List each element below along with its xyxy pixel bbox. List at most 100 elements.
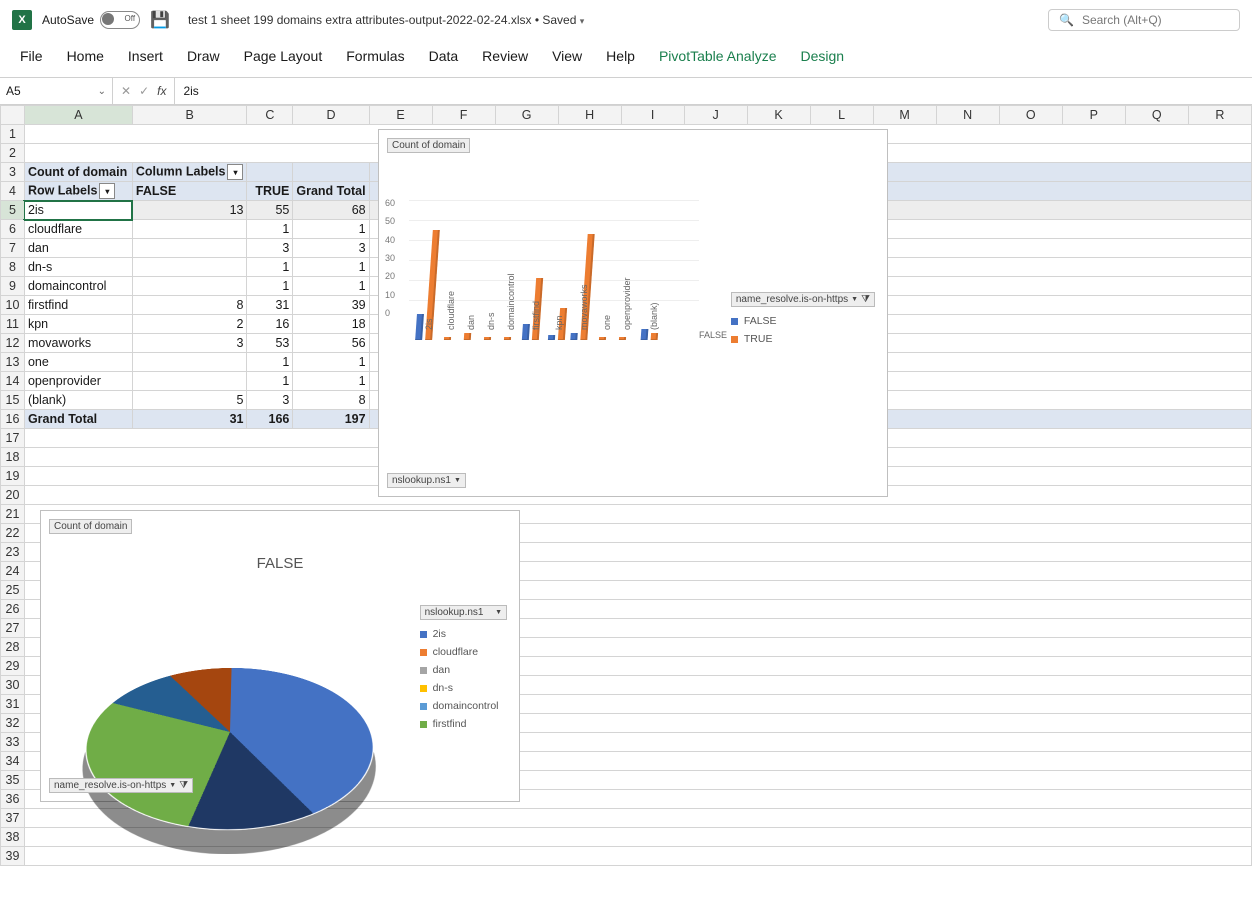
cancel-formula-icon[interactable]: ✕ [121, 84, 131, 98]
col-K[interactable]: K [747, 106, 810, 125]
col-E[interactable]: E [369, 106, 432, 125]
table-row[interactable]: movaworks [24, 334, 132, 353]
row-13[interactable]: 13 [1, 353, 25, 372]
col-L[interactable]: L [810, 106, 873, 125]
cell-D5[interactable]: 68 [293, 201, 369, 220]
table-row[interactable]: firstfind [24, 296, 132, 315]
table-row[interactable]: (blank) [24, 391, 132, 410]
fx-icon[interactable]: fx [157, 84, 166, 98]
autosave-switch[interactable]: Off [100, 11, 140, 29]
legend-field-filter[interactable]: nslookup.ns1 ▼ [420, 605, 507, 620]
col-N[interactable]: N [936, 106, 999, 125]
chevron-down-icon: ▼ [454, 477, 461, 484]
filter-icon[interactable]: ▾ [227, 164, 243, 180]
col-H[interactable]: H [558, 106, 621, 125]
pivot-column-labels[interactable]: Column Labels▾ [132, 163, 247, 182]
name-box[interactable]: A5⌄ [0, 78, 113, 104]
table-row[interactable]: dn-s [24, 258, 132, 277]
worksheet[interactable]: A B C D E F G H I J K L M N O P Q R 1 2 … [0, 105, 1252, 905]
col-A[interactable]: A [24, 106, 132, 125]
search-icon: 🔍 [1059, 13, 1074, 27]
col-B[interactable]: B [132, 106, 247, 125]
col-I[interactable]: I [621, 106, 684, 125]
pivot-title: Count of domain [24, 163, 132, 182]
grand-total-total: 197 [293, 410, 369, 429]
col-M[interactable]: M [873, 106, 936, 125]
legend-item: dan [420, 664, 507, 676]
tab-home[interactable]: Home [67, 48, 104, 64]
tab-pivottable-analyze[interactable]: PivotTable Analyze [659, 48, 777, 64]
tab-design[interactable]: Design [801, 48, 845, 64]
autosave-label: AutoSave [42, 13, 94, 27]
dropdown-icon[interactable]: ▾ [99, 183, 115, 199]
row-6[interactable]: 6 [1, 220, 25, 239]
col-O[interactable]: O [999, 106, 1062, 125]
pivot-chart-bar[interactable]: Count of domain 605040 3020100 2is cloud… [378, 129, 888, 497]
tab-review[interactable]: Review [482, 48, 528, 64]
row-1[interactable]: 1 [1, 125, 25, 144]
pie-plot-area [89, 591, 389, 761]
grand-total-label: Grand Total [24, 410, 132, 429]
col-Q[interactable]: Q [1125, 106, 1188, 125]
column-headers[interactable]: A B C D E F G H I J K L M N O P Q R [1, 106, 1252, 125]
col-true: TRUE [247, 182, 293, 201]
chart-title: Count of domain [387, 138, 470, 153]
tab-file[interactable]: File [20, 48, 43, 64]
col-C[interactable]: C [247, 106, 293, 125]
row-15[interactable]: 15 [1, 391, 25, 410]
row-4[interactable]: 4 [1, 182, 25, 201]
col-G[interactable]: G [495, 106, 558, 125]
series-axis-label: FALSE [699, 330, 727, 340]
tab-page-layout[interactable]: Page Layout [244, 48, 323, 64]
autosave-toggle[interactable]: AutoSave Off [42, 11, 140, 29]
tab-draw[interactable]: Draw [187, 48, 220, 64]
table-row[interactable]: kpn [24, 315, 132, 334]
row-8[interactable]: 8 [1, 258, 25, 277]
select-all-corner[interactable] [1, 106, 25, 125]
table-row[interactable]: one [24, 353, 132, 372]
funnel-icon: ⧩ [179, 780, 188, 791]
legend-item: dn-s [420, 682, 507, 694]
axis-field-filter[interactable]: name_resolve.is-on-https▼⧩ [49, 778, 193, 793]
row-11[interactable]: 11 [1, 315, 25, 334]
save-icon[interactable]: 💾 [150, 10, 170, 30]
row-5[interactable]: 5 [1, 201, 25, 220]
col-P[interactable]: P [1062, 106, 1125, 125]
table-row[interactable]: cloudflare [24, 220, 132, 239]
row-9[interactable]: 9 [1, 277, 25, 296]
col-R[interactable]: R [1188, 106, 1251, 125]
table-row[interactable]: dan [24, 239, 132, 258]
tab-help[interactable]: Help [606, 48, 635, 64]
pivot-row-labels[interactable]: Row Labels▾ [24, 182, 132, 201]
table-row[interactable]: openprovider [24, 372, 132, 391]
tab-insert[interactable]: Insert [128, 48, 163, 64]
tab-formulas[interactable]: Formulas [346, 48, 404, 64]
chevron-down-icon: ▼ [851, 296, 858, 303]
cell-A5[interactable]: 2is [24, 201, 132, 220]
cell-B5[interactable]: 13 [132, 201, 247, 220]
row-3[interactable]: 3 [1, 163, 25, 182]
col-F[interactable]: F [432, 106, 495, 125]
col-J[interactable]: J [684, 106, 747, 125]
tab-view[interactable]: View [552, 48, 582, 64]
formula-input[interactable]: 2is [175, 84, 1252, 98]
pivot-chart-pie[interactable]: Count of domain FALSE nslookup.ns1 ▼ 2is… [40, 510, 520, 802]
row-2[interactable]: 2 [1, 144, 25, 163]
row-10[interactable]: 10 [1, 296, 25, 315]
search-box[interactable]: 🔍 Search (Alt+Q) [1048, 9, 1240, 31]
legend-field-filter[interactable]: name_resolve.is-on-https▼⧩ [731, 292, 875, 307]
tab-data[interactable]: Data [429, 48, 459, 64]
row-12[interactable]: 12 [1, 334, 25, 353]
legend-item: 2is [420, 628, 507, 640]
formula-bar: A5⌄ ✕ ✓ fx 2is [0, 77, 1252, 105]
chevron-down-icon: ▼ [169, 782, 176, 789]
table-row[interactable]: domaincontrol [24, 277, 132, 296]
row-16[interactable]: 16 [1, 410, 25, 429]
grand-total-true: 166 [247, 410, 293, 429]
row-7[interactable]: 7 [1, 239, 25, 258]
cell-C5[interactable]: 55 [247, 201, 293, 220]
row-14[interactable]: 14 [1, 372, 25, 391]
col-D[interactable]: D [293, 106, 369, 125]
axis-field-filter[interactable]: nslookup.ns1▼ [387, 473, 466, 488]
accept-formula-icon[interactable]: ✓ [139, 84, 149, 98]
